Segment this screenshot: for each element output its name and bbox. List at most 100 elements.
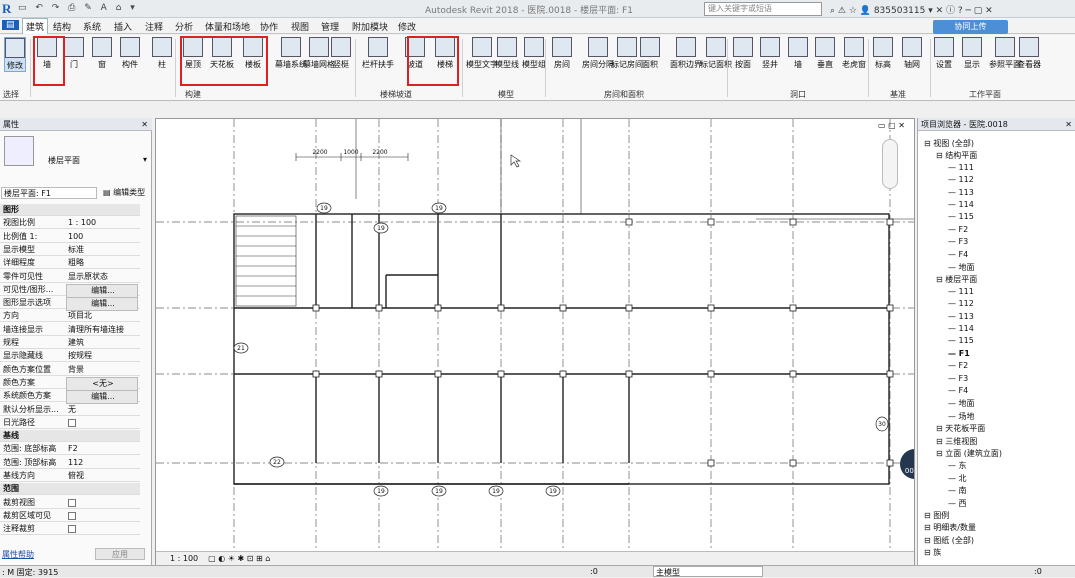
tree-toggle-icon[interactable]: — [948, 399, 959, 408]
browser-item[interactable]: — F4 [948, 386, 968, 395]
properties-help-link[interactable]: 属性帮助 [2, 549, 34, 560]
tree-toggle-icon[interactable]: ⊟ [924, 139, 933, 148]
menu-tab[interactable]: 插入 [114, 20, 132, 33]
ribbon-button[interactable]: 柱 [152, 37, 172, 70]
browser-item[interactable]: ⊟ 族 [924, 547, 941, 558]
tree-toggle-icon[interactable]: — [948, 225, 959, 234]
tree-toggle-icon[interactable]: — [948, 386, 959, 395]
tree-toggle-icon[interactable]: — [948, 250, 959, 259]
property-row[interactable]: 墙连接显示 清理所有墙连接 [0, 324, 140, 336]
property-value[interactable]: 粗略 [66, 257, 138, 269]
tree-toggle-icon[interactable]: ⊟ [936, 275, 945, 284]
share-upload-button[interactable]: 协同上传 [933, 20, 1008, 34]
property-value[interactable]: 112 [66, 457, 138, 469]
property-value[interactable]: <无> [66, 376, 138, 391]
property-value[interactable]: 按规程 [66, 350, 138, 362]
property-value[interactable]: 编辑... [66, 390, 138, 405]
browser-item[interactable]: — 112 [948, 175, 974, 184]
property-row[interactable]: 视图比例 1 : 100 [0, 217, 140, 230]
ribbon-button[interactable]: 墙 [788, 37, 808, 70]
apply-button[interactable]: 应用 [95, 548, 145, 560]
model-selector[interactable]: 主模型 [653, 566, 763, 577]
menu-tab[interactable]: 系统 [83, 20, 101, 33]
property-row[interactable]: 日光路径 [0, 417, 140, 429]
property-value[interactable] [66, 510, 138, 524]
tree-toggle-icon[interactable]: ⊟ [936, 449, 945, 458]
user-account[interactable]: ⌕ ⚠ ☆ 👤 835503115 ▾ ✕ ⓘ ? ─ ▢ ✕ [830, 3, 993, 16]
tree-toggle-icon[interactable]: — [948, 200, 959, 209]
tree-toggle-icon[interactable]: — [948, 349, 959, 358]
tree-toggle-icon[interactable]: ⊟ [936, 424, 945, 433]
checkbox[interactable] [68, 511, 76, 520]
tree-toggle-icon[interactable]: — [948, 163, 959, 172]
ribbon-button[interactable]: 窗 [92, 37, 112, 70]
menu-tab[interactable]: 协作 [260, 20, 278, 33]
tree-toggle-icon[interactable]: — [948, 212, 959, 221]
property-row[interactable]: 范围: 底部标高 F2 [0, 443, 140, 456]
property-row[interactable]: 规程 建筑 [0, 337, 140, 349]
close-icon[interactable]: ✕ [141, 118, 148, 131]
tree-toggle-icon[interactable]: ⊟ [936, 437, 945, 446]
view-control-bar[interactable]: 1 : 100 ▢ ◐ ☀ ✱ ⊡ ⊞ ⌂ [156, 551, 914, 565]
browser-item[interactable]: — 114 [948, 200, 974, 209]
ribbon-button[interactable]: 面积 [640, 37, 660, 70]
ribbon-button[interactable]: 栏杆扶手 [362, 37, 394, 70]
property-row[interactable]: 范围 [0, 483, 140, 496]
property-row[interactable]: 图形 [0, 204, 140, 216]
property-value[interactable]: 清理所有墙连接 [66, 324, 138, 336]
search-input[interactable]: 键入关键字或短语 [704, 2, 822, 16]
tree-toggle-icon[interactable]: — [948, 175, 959, 184]
ribbon-button[interactable]: 模型文字 [466, 37, 498, 70]
browser-item[interactable]: — 115 [948, 336, 974, 345]
ribbon-button[interactable]: 显示 [962, 37, 982, 70]
property-row[interactable]: 默认分析显示... 无 [0, 404, 140, 416]
browser-item[interactable]: — F4 [948, 250, 968, 259]
ribbon-button[interactable]: 门 [64, 37, 84, 70]
browser-item[interactable]: — 115 [948, 212, 974, 221]
ribbon-button[interactable]: 竖梃 [331, 37, 351, 70]
property-row[interactable]: 详细程度 粗略 [0, 257, 140, 270]
browser-item[interactable]: — F3 [948, 374, 968, 383]
ribbon-button[interactable]: 房间分隔 [582, 37, 614, 70]
filter-count[interactable]: :0 [1034, 567, 1042, 576]
tree-toggle-icon[interactable]: — [948, 461, 959, 470]
menu-tab[interactable]: 建筑 [22, 18, 49, 34]
browser-item[interactable]: ⊟ 三维视图 [936, 436, 977, 447]
property-value[interactable]: 项目北 [66, 310, 138, 322]
ribbon-button[interactable]: 轴网 [902, 37, 922, 70]
property-row[interactable]: 颜色方案位置 背景 [0, 364, 140, 376]
tree-toggle-icon[interactable]: ⊟ [924, 511, 933, 520]
property-value[interactable]: 编辑... [66, 283, 138, 298]
property-value[interactable] [66, 523, 138, 537]
property-row[interactable]: 注释裁剪 [0, 523, 140, 537]
ribbon-button[interactable]: 老虎窗 [842, 37, 866, 70]
chevron-down-icon[interactable]: ▾ [143, 155, 147, 164]
browser-item[interactable]: — 地面 [948, 398, 975, 409]
edit-type-button[interactable]: ▤ 编辑类型 [103, 187, 145, 198]
menu-tab[interactable]: 结构 [53, 20, 71, 33]
browser-item[interactable]: ⊟ 天花板平面 [936, 423, 985, 434]
browser-item[interactable]: — F2 [948, 225, 968, 234]
browser-item[interactable]: — 地面 [948, 262, 975, 273]
checkbox[interactable] [68, 525, 76, 534]
property-row[interactable]: 颜色方案 <无> [0, 376, 140, 391]
tree-toggle-icon[interactable]: — [948, 237, 959, 246]
browser-item[interactable]: — 111 [948, 163, 974, 172]
ribbon-button[interactable]: 修改 [4, 37, 26, 72]
tree-toggle-icon[interactable]: — [948, 299, 959, 308]
property-value[interactable]: 显示原状态 [66, 271, 138, 283]
menu-tab[interactable]: 视图 [291, 20, 309, 33]
ribbon-button[interactable]: 模型组 [522, 37, 546, 70]
property-row[interactable]: 比例值 1: 100 [0, 231, 140, 243]
tree-toggle-icon[interactable]: — [948, 188, 959, 197]
tree-toggle-icon[interactable]: — [948, 374, 959, 383]
browser-item[interactable]: — 场地 [948, 411, 975, 422]
tree-toggle-icon[interactable]: — [948, 361, 959, 370]
browser-item[interactable]: — 111 [948, 287, 974, 296]
property-value[interactable] [66, 497, 138, 511]
property-value[interactable]: 1 : 100 [66, 217, 138, 229]
property-value[interactable]: 编辑... [66, 297, 138, 312]
drawing-canvas[interactable]: 2200 1000 2200 19 19 19 21 22 30 19 19 1… [155, 118, 915, 570]
browser-item[interactable]: ⊟ 视图 (全部) [924, 138, 974, 149]
property-row[interactable]: 基线方向 俯视 [0, 470, 140, 482]
